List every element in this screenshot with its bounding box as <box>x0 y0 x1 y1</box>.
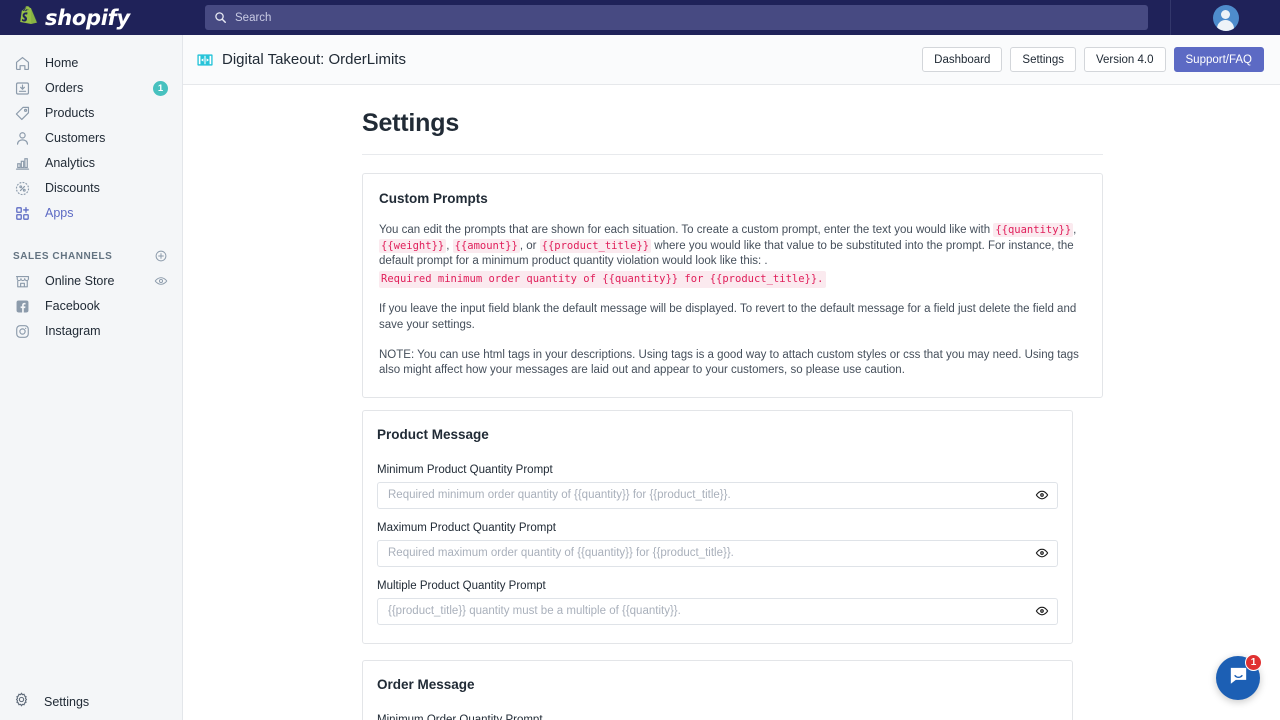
account-menu[interactable] <box>1170 0 1280 35</box>
customers-icon <box>13 129 31 147</box>
token-product-title: {{product_title}} <box>540 239 651 253</box>
page-title: Settings <box>362 109 1280 138</box>
chat-unread-badge: 1 <box>1245 654 1262 671</box>
sidebar-item-instagram[interactable]: Instagram <box>0 319 182 343</box>
version-button[interactable]: Version 4.0 <box>1084 47 1166 72</box>
chat-launcher-button[interactable]: 1 <box>1216 656 1260 700</box>
search-placeholder: Search <box>235 12 271 24</box>
chat-bubble-icon <box>1227 664 1250 692</box>
app-title: Digital Takeout: OrderLimits <box>222 51 922 68</box>
order-message-panel: Order Message Minimum Order Quantity Pro… <box>362 660 1073 720</box>
product-message-panel: Product Message Minimum Product Quantity… <box>362 410 1073 644</box>
multiple-product-qty-label: Multiple Product Quantity Prompt <box>377 580 1058 592</box>
user-avatar-icon[interactable] <box>1213 5 1239 31</box>
primary-navigation-sidebar: Home Orders 1 Products <box>0 35 183 720</box>
sidebar-item-label: Online Store <box>45 274 154 288</box>
discounts-icon <box>13 179 31 197</box>
global-search-area: Search <box>183 0 1170 35</box>
support-faq-button[interactable]: Support/FAQ <box>1174 47 1264 72</box>
product-message-heading: Product Message <box>377 427 1058 442</box>
instagram-icon <box>13 322 31 340</box>
blank-field-note: If you leave the input field blank the d… <box>379 302 1086 333</box>
analytics-bar-icon <box>13 154 31 172</box>
token-quantity: {{quantity}} <box>993 223 1073 237</box>
max-product-qty-input[interactable] <box>377 540 1058 567</box>
sidebar-item-label: Home <box>45 56 168 70</box>
desc-sep-2: , <box>446 240 452 252</box>
sidebar-item-home[interactable]: Home <box>0 51 182 75</box>
max-product-qty-label: Maximum Product Quantity Prompt <box>377 522 1058 534</box>
desc-sep-1: , <box>1073 224 1076 236</box>
sidebar-item-label: Facebook <box>45 299 168 313</box>
sidebar-item-label: Settings <box>44 695 89 709</box>
sidebar-item-customers[interactable]: Customers <box>0 126 182 150</box>
shopify-bag-icon <box>18 6 39 29</box>
custom-prompts-card: Custom Prompts You can edit the prompts … <box>362 173 1103 398</box>
min-order-qty-field: Minimum Order Quantity Prompt <box>377 714 1058 720</box>
sidebar-item-label: Apps <box>45 206 168 220</box>
min-product-qty-input[interactable] <box>377 482 1058 509</box>
nav-main-group: Home Orders 1 Products <box>0 35 182 225</box>
example-default-prompt: Required minimum order quantity of {{qua… <box>379 271 826 289</box>
shopify-wordmark: shopify <box>45 6 130 30</box>
order-message-heading: Order Message <box>377 677 1058 692</box>
product-message-card-wrap: Product Message Minimum Product Quantity… <box>362 398 1103 720</box>
app-header-actions: Dashboard Settings Version 4.0 Support/F… <box>922 47 1264 72</box>
orders-icon <box>13 79 31 97</box>
global-top-bar: shopify Search <box>0 0 1280 35</box>
eye-icon[interactable] <box>1035 488 1049 502</box>
min-product-qty-label: Minimum Product Quantity Prompt <box>377 464 1058 476</box>
max-product-qty-field: Maximum Product Quantity Prompt <box>377 522 1058 567</box>
token-amount: {{amount}} <box>453 239 520 253</box>
shopify-logo[interactable]: shopify <box>0 0 183 35</box>
multiple-product-qty-field: Multiple Product Quantity Prompt <box>377 580 1058 625</box>
facebook-icon <box>13 297 31 315</box>
search-icon <box>214 11 227 24</box>
sidebar-item-label: Products <box>45 106 168 120</box>
html-tags-note: NOTE: You can use html tags in your desc… <box>379 348 1086 379</box>
app-header-bar: Digital Takeout: OrderLimits Dashboard S… <box>183 35 1280 85</box>
panel-gap <box>362 644 1103 660</box>
sidebar-item-label: Orders <box>45 81 153 95</box>
custom-prompts-description: You can edit the prompts that are shown … <box>379 223 1086 288</box>
multiple-product-qty-input[interactable] <box>377 598 1058 625</box>
dashboard-button[interactable]: Dashboard <box>922 47 1002 72</box>
sales-channels-title: SALES CHANNELS <box>13 251 154 262</box>
online-store-icon <box>13 272 31 290</box>
main-content: Settings Custom Prompts You can edit the… <box>183 85 1280 720</box>
sidebar-item-online-store[interactable]: Online Store <box>0 269 182 293</box>
eye-icon[interactable] <box>1035 604 1049 618</box>
sidebar-item-orders[interactable]: Orders 1 <box>0 76 182 100</box>
sidebar-item-label: Analytics <box>45 156 168 170</box>
search-input[interactable]: Search <box>205 5 1148 30</box>
apps-icon <box>13 204 31 222</box>
desc-text-a: You can edit the prompts that are shown … <box>379 224 993 236</box>
sales-channels-header: SALES CHANNELS <box>0 243 182 269</box>
home-icon <box>13 54 31 72</box>
gear-icon <box>13 691 30 713</box>
eye-icon[interactable] <box>154 274 168 288</box>
min-product-qty-field: Minimum Product Quantity Prompt <box>377 464 1058 509</box>
orders-count-badge: 1 <box>153 81 168 96</box>
custom-prompts-heading: Custom Prompts <box>379 191 1086 206</box>
orderlimits-app-icon <box>197 52 213 68</box>
sidebar-item-settings[interactable]: Settings <box>0 684 182 720</box>
eye-icon[interactable] <box>1035 546 1049 560</box>
min-order-qty-label: Minimum Order Quantity Prompt <box>377 714 1058 720</box>
token-weight: {{weight}} <box>379 239 446 253</box>
title-divider <box>362 154 1103 155</box>
sidebar-item-discounts[interactable]: Discounts <box>0 176 182 200</box>
sidebar-item-products[interactable]: Products <box>0 101 182 125</box>
desc-sep-3: , or <box>520 240 540 252</box>
sidebar-item-apps[interactable]: Apps <box>0 201 182 225</box>
sidebar-item-label: Customers <box>45 131 168 145</box>
sidebar-item-label: Discounts <box>45 181 168 195</box>
products-tag-icon <box>13 104 31 122</box>
plus-circle-icon[interactable] <box>154 249 168 263</box>
sidebar-item-analytics[interactable]: Analytics <box>0 151 182 175</box>
sidebar-item-facebook[interactable]: Facebook <box>0 294 182 318</box>
sidebar-item-label: Instagram <box>45 324 168 338</box>
settings-button[interactable]: Settings <box>1010 47 1076 72</box>
